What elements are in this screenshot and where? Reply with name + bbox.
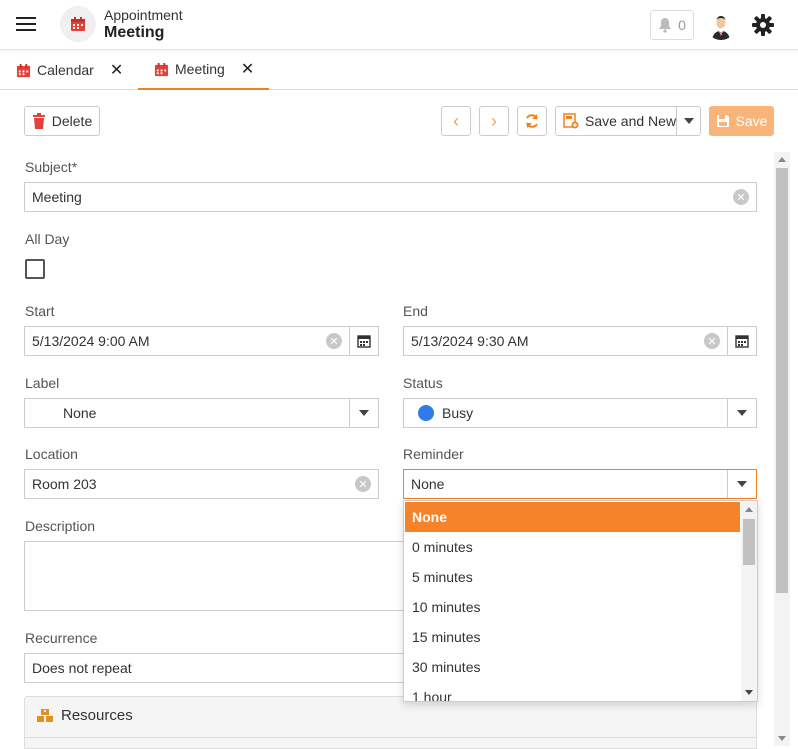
previous-button[interactable]: ‹ xyxy=(441,106,471,136)
resources-panel[interactable]: Resources xyxy=(24,696,757,749)
scroll-up-arrow[interactable] xyxy=(745,507,753,512)
end-label: End xyxy=(403,303,428,319)
page-title: Meeting xyxy=(104,24,165,41)
save-and-new-button[interactable]: Save and New xyxy=(555,106,701,136)
close-icon[interactable]: ✕ xyxy=(110,60,123,80)
reminder-dropdown-list: None 0 minutes 5 minutes 10 minutes 15 m… xyxy=(403,500,758,702)
save-button[interactable]: Save xyxy=(709,106,774,136)
location-value: Room 203 xyxy=(32,476,97,492)
tab-bar: Calendar ✕ Meeting ✕ xyxy=(0,50,798,90)
label-field-label: Label xyxy=(25,375,60,391)
start-datetime-input[interactable]: 5/13/2024 9:00 AM ✕ xyxy=(24,326,379,356)
all-day-label: All Day xyxy=(25,231,70,247)
avatar[interactable] xyxy=(706,10,736,40)
reminder-select-value: None xyxy=(411,476,445,492)
subject-value: Meeting xyxy=(32,189,82,205)
settings-gear-icon[interactable] xyxy=(750,12,776,38)
notification-count: 0 xyxy=(678,17,686,33)
calendar-icon xyxy=(154,62,169,76)
reminder-option[interactable]: 0 minutes xyxy=(405,532,740,562)
calendar-picker-icon[interactable] xyxy=(727,327,756,355)
reminder-select[interactable]: None xyxy=(403,469,757,499)
scrollbar-thumb[interactable] xyxy=(776,168,788,593)
reminder-option[interactable]: None xyxy=(405,502,740,532)
label-select-value: None xyxy=(63,405,97,421)
reminder-option[interactable]: 10 minutes xyxy=(405,592,740,622)
location-label: Location xyxy=(25,446,78,462)
tab-label: Calendar xyxy=(37,62,94,78)
refresh-icon xyxy=(526,114,538,128)
scroll-up-arrow[interactable] xyxy=(778,157,786,162)
calendar-picker-icon[interactable] xyxy=(349,327,378,355)
refresh-button[interactable] xyxy=(517,106,547,136)
status-select[interactable]: Busy xyxy=(403,398,757,428)
boxes-icon xyxy=(37,708,53,722)
save-and-new-dropdown-toggle[interactable] xyxy=(676,107,700,135)
chevron-right-icon: › xyxy=(491,110,497,131)
status-color-dot xyxy=(418,405,434,421)
chevron-down-icon[interactable] xyxy=(349,399,378,427)
clear-icon[interactable]: ✕ xyxy=(326,333,342,349)
delete-label: Delete xyxy=(51,113,93,129)
reminder-label: Reminder xyxy=(403,446,464,462)
chevron-down-icon[interactable] xyxy=(727,399,756,427)
reminder-option[interactable]: 30 minutes xyxy=(405,652,740,682)
recurrence-label: Recurrence xyxy=(25,630,98,646)
hamburger-menu-icon[interactable] xyxy=(16,16,36,32)
scroll-down-arrow[interactable] xyxy=(745,690,753,695)
tab-label: Meeting xyxy=(175,61,225,77)
start-label: Start xyxy=(25,303,55,319)
end-value: 5/13/2024 9:30 AM xyxy=(411,333,529,349)
tab-calendar[interactable]: Calendar ✕ xyxy=(16,50,124,90)
delete-button[interactable]: Delete xyxy=(24,106,100,136)
main-scrollbar[interactable] xyxy=(774,152,790,746)
status-select-value: Busy xyxy=(442,405,474,421)
start-value: 5/13/2024 9:00 AM xyxy=(32,333,150,349)
reminder-option[interactable]: 1 hour xyxy=(405,682,740,701)
description-label: Description xyxy=(25,518,96,534)
status-label: Status xyxy=(403,375,443,391)
resources-label: Resources xyxy=(61,707,133,724)
label-select[interactable]: None xyxy=(24,398,379,428)
scroll-down-arrow[interactable] xyxy=(778,736,786,741)
chevron-down-icon xyxy=(683,118,694,124)
end-datetime-input[interactable]: 5/13/2024 9:30 AM ✕ xyxy=(403,326,757,356)
calendar-icon xyxy=(60,6,96,42)
subject-label: Subject* xyxy=(25,159,78,175)
page-subtitle: Appointment xyxy=(104,7,183,23)
chevron-left-icon: ‹ xyxy=(453,110,459,131)
top-header: Appointment Meeting 0 xyxy=(0,0,798,50)
subject-input[interactable]: Meeting ✕ xyxy=(24,182,757,212)
close-icon[interactable]: ✕ xyxy=(241,59,254,79)
reminder-option[interactable]: 15 minutes xyxy=(405,622,740,652)
calendar-icon xyxy=(16,63,31,77)
scrollbar-thumb[interactable] xyxy=(743,519,755,565)
dropdown-scrollbar[interactable] xyxy=(741,501,757,701)
floppy-disk-icon xyxy=(716,115,729,127)
tab-meeting[interactable]: Meeting ✕ xyxy=(138,50,269,90)
all-day-checkbox[interactable] xyxy=(25,259,45,279)
save-new-icon xyxy=(563,113,579,129)
reminder-option[interactable]: 5 minutes xyxy=(405,562,740,592)
location-input[interactable]: Room 203 ✕ xyxy=(24,469,379,499)
clear-icon[interactable]: ✕ xyxy=(704,333,720,349)
next-button[interactable]: › xyxy=(479,106,509,136)
clear-icon[interactable]: ✕ xyxy=(355,476,371,492)
save-label: Save xyxy=(735,113,768,129)
trash-icon xyxy=(32,113,45,129)
save-and-new-label: Save and New xyxy=(585,113,677,129)
notifications-button[interactable]: 0 xyxy=(650,10,694,40)
clear-icon[interactable]: ✕ xyxy=(733,189,749,205)
chevron-down-icon[interactable] xyxy=(727,470,756,498)
bell-icon xyxy=(659,18,672,33)
